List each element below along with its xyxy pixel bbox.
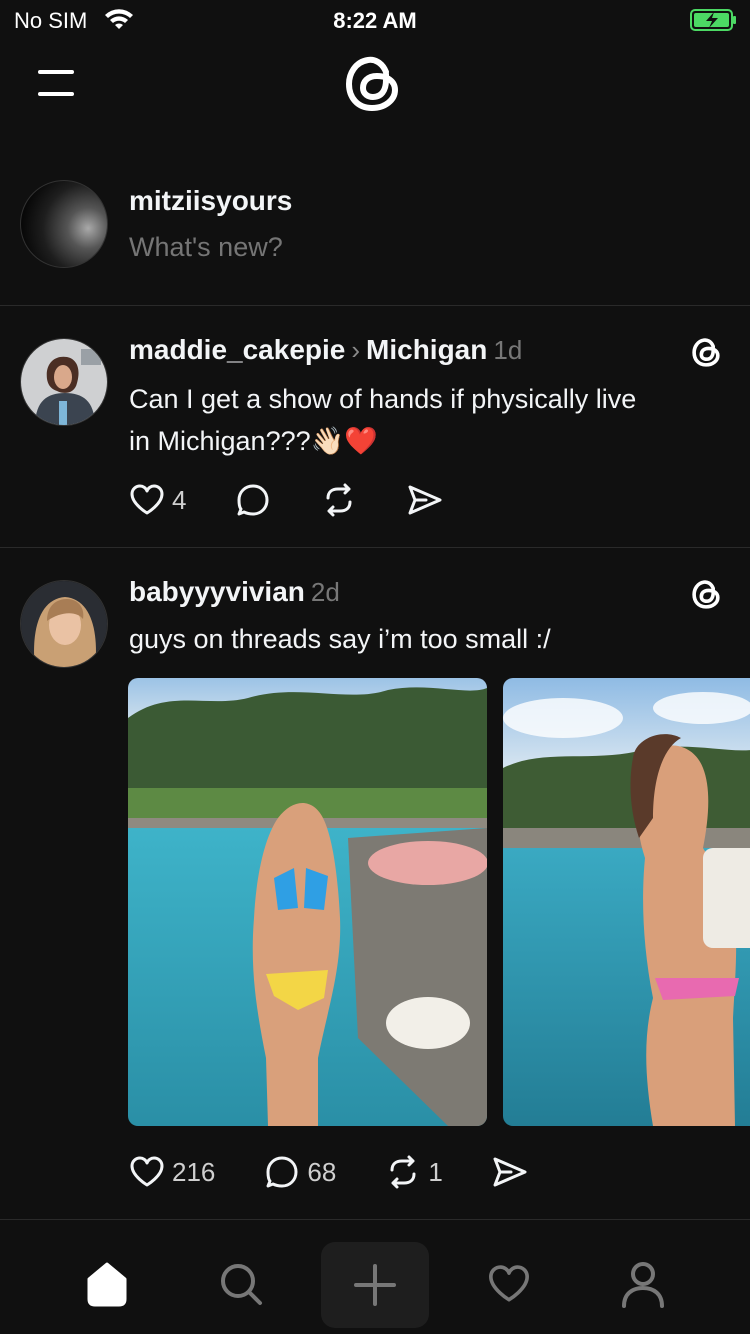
search-icon [221, 1264, 262, 1305]
composer[interactable]: mitziisyours [0, 160, 750, 306]
threads-small-icon [692, 580, 720, 609]
post-actions: 216 68 1 [128, 1152, 577, 1192]
post-time: 1d [493, 335, 523, 365]
composer-username: mitziisyours [129, 185, 293, 216]
like-button[interactable]: 216 [128, 1153, 215, 1191]
repost-icon [390, 1155, 416, 1189]
avatar[interactable] [20, 180, 108, 268]
threads-small-icon [692, 338, 720, 367]
like-count: 4 [172, 484, 187, 515]
post-text: guys on threads say i’m too small :/ [129, 624, 551, 654]
post-text: Can I get a show of hands if physically … [129, 378, 719, 462]
avatar[interactable] [20, 580, 108, 668]
comment-icon [237, 484, 269, 516]
like-count: 216 [172, 1156, 216, 1187]
reply-button[interactable] [234, 481, 272, 519]
repost-icon [326, 483, 352, 517]
status-time: 8:22 AM [333, 8, 417, 33]
home-icon [87, 1262, 127, 1307]
post-username[interactable]: maddie_cakepie [129, 334, 345, 365]
post-header: babyyyvivian 2d [129, 576, 340, 608]
chevron-right-icon: › [351, 335, 361, 365]
send-icon [493, 1157, 527, 1187]
comment-icon [266, 1156, 298, 1188]
like-button[interactable]: 4 [128, 481, 186, 519]
post-time: 2d [310, 577, 340, 607]
plus-icon [354, 1264, 396, 1306]
post-text-line: in Michigan???👋🏻❤️ [129, 426, 378, 456]
battery-charging-icon [690, 9, 736, 31]
reply-button[interactable]: 68 [263, 1153, 336, 1191]
repost-count: 1 [428, 1156, 443, 1187]
post[interactable]: maddie_cakepie › Michigan 1d Can I get a sh… [0, 306, 750, 548]
send-icon [408, 485, 442, 515]
heart-icon [489, 1265, 529, 1302]
post-photo[interactable] [128, 678, 487, 1126]
tab-activity[interactable] [475, 1250, 543, 1318]
repost-button[interactable]: 1 [384, 1153, 443, 1191]
tab-search[interactable] [207, 1250, 275, 1318]
post-actions: 4 [128, 480, 492, 520]
tab-profile[interactable] [609, 1250, 677, 1318]
media-carousel[interactable] [128, 678, 750, 1126]
profile-icon [622, 1262, 664, 1308]
avatar[interactable] [20, 338, 108, 426]
repost-button[interactable] [320, 481, 358, 519]
post-photo[interactable] [503, 678, 750, 1126]
post-username[interactable]: babyyyvivian [129, 576, 305, 607]
tab-create[interactable] [321, 1242, 429, 1328]
new-thread-input[interactable] [129, 232, 689, 263]
reply-count: 68 [307, 1156, 337, 1187]
threads-logo-icon[interactable] [341, 50, 407, 116]
share-button[interactable] [406, 481, 444, 519]
status-bar: No SIM 8:22 AM [0, 0, 750, 42]
share-button[interactable] [491, 1153, 529, 1191]
post-header: maddie_cakepie › Michigan 1d [129, 334, 522, 366]
heart-icon [130, 1156, 164, 1187]
tab-home[interactable] [73, 1250, 141, 1318]
heart-icon [130, 484, 164, 515]
menu-icon[interactable] [38, 68, 74, 98]
community-tag[interactable]: Michigan [366, 334, 487, 365]
tab-bar [0, 1234, 750, 1334]
post-text-line: Can I get a show of hands if physically … [129, 384, 637, 414]
